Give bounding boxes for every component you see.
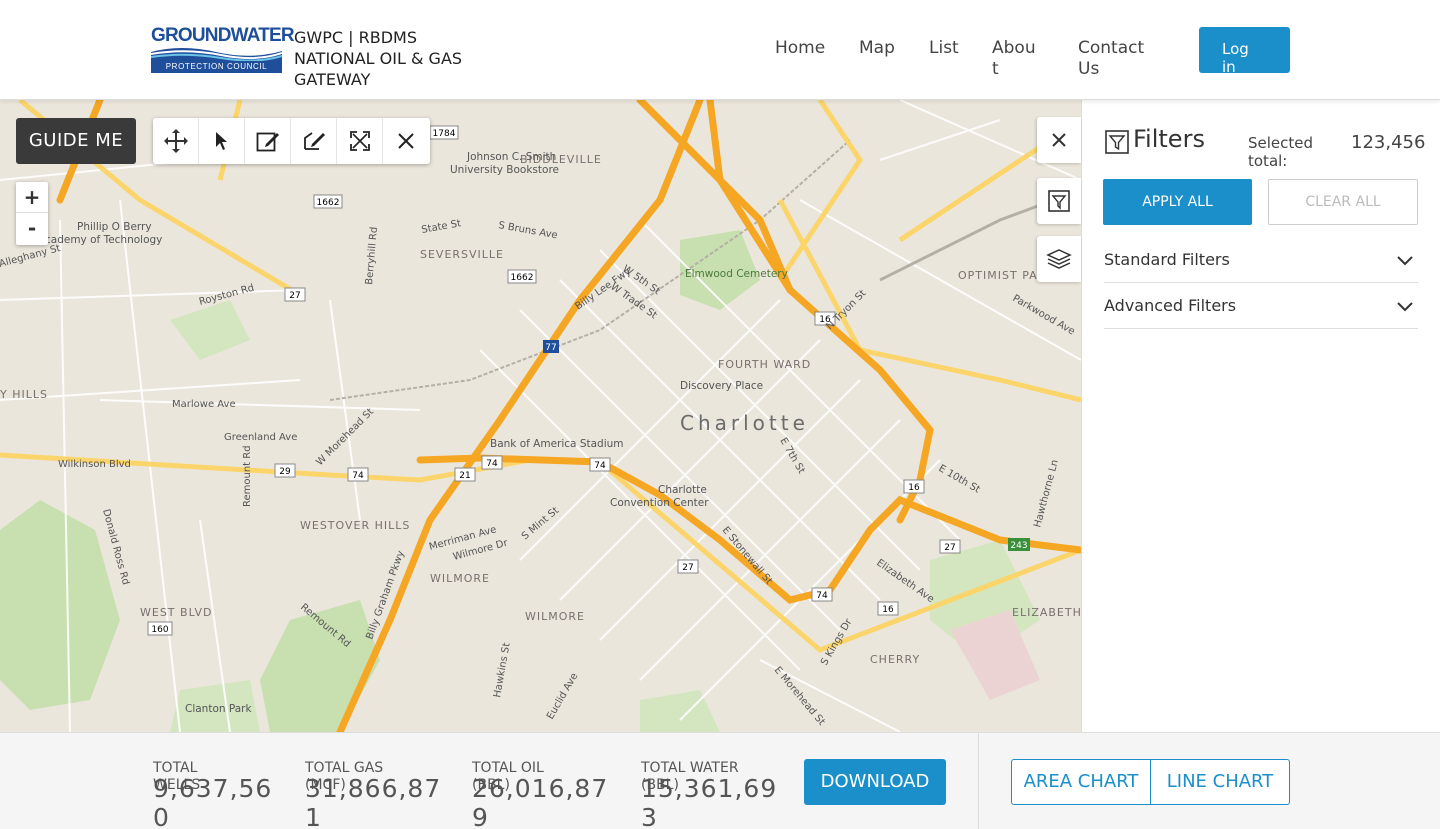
svg-text:27: 27 xyxy=(289,291,300,301)
nav-contact[interactable]: Contact Us xyxy=(1078,38,1148,80)
footer-divider xyxy=(978,732,979,829)
svg-text:29: 29 xyxy=(279,467,291,477)
svg-text:FOURTH WARD: FOURTH WARD xyxy=(718,358,811,371)
zoom-in-button[interactable]: + xyxy=(16,182,48,213)
svg-text:ELIZABETH: ELIZABETH xyxy=(1012,606,1081,619)
svg-text:27: 27 xyxy=(682,563,693,573)
svg-text:Johnson C. Smith: Johnson C. Smith xyxy=(466,151,556,163)
svg-text:74: 74 xyxy=(594,461,606,471)
area-chart-button[interactable]: AREA CHART xyxy=(1011,759,1151,805)
map-city-label: Charlotte xyxy=(680,411,809,435)
gwpc-logo[interactable]: GROUNDWATER PROTECTION COUNCIL xyxy=(151,25,295,73)
login-button[interactable]: Log in xyxy=(1199,27,1290,76)
standard-filters-accordion[interactable]: Standard Filters xyxy=(1104,237,1418,283)
panel-close-icon[interactable] xyxy=(1037,117,1081,163)
layers-icon[interactable] xyxy=(1037,236,1081,282)
chevron-down-icon xyxy=(1397,256,1413,266)
map-toolbar xyxy=(153,118,430,164)
apply-all-button[interactable]: APPLY ALL xyxy=(1103,179,1252,225)
svg-text:WILMORE: WILMORE xyxy=(430,572,490,585)
svg-text:16: 16 xyxy=(882,605,894,615)
guide-me-button[interactable]: GUIDE ME xyxy=(16,118,136,164)
filters-title: Filters xyxy=(1133,125,1205,153)
svg-text:Clanton Park: Clanton Park xyxy=(185,703,252,715)
svg-text:SEVERSVILLE: SEVERSVILLE xyxy=(420,248,504,261)
svg-text:27: 27 xyxy=(944,543,955,553)
svg-text:160: 160 xyxy=(151,625,168,635)
svg-text:Convention Center: Convention Center xyxy=(610,497,709,509)
svg-text:74: 74 xyxy=(486,459,498,469)
svg-text:Discovery Place: Discovery Place xyxy=(680,380,763,392)
svg-text:21: 21 xyxy=(459,471,470,481)
svg-text:WEST BLVD: WEST BLVD xyxy=(140,606,213,619)
selected-total-value: 123,456 xyxy=(1351,132,1426,153)
total-gas-value: 31,866,871 xyxy=(305,774,442,829)
svg-text:77: 77 xyxy=(545,343,556,353)
svg-text:1662: 1662 xyxy=(511,273,534,283)
svg-text:CHERRY: CHERRY xyxy=(870,653,920,666)
zoom-extent-icon[interactable] xyxy=(337,118,383,164)
site-title[interactable]: GWPC | RBDMS NATIONAL OIL & GAS GATEWAY xyxy=(294,27,494,90)
pan-icon[interactable] xyxy=(153,118,199,164)
svg-text:1662: 1662 xyxy=(317,198,340,208)
draw-icon[interactable] xyxy=(245,118,291,164)
svg-text:Bank of America Stadium: Bank of America Stadium xyxy=(490,438,624,450)
total-water-value: 15,361,693 xyxy=(641,774,778,829)
svg-text:WILMORE: WILMORE xyxy=(525,610,585,623)
erase-draw-icon[interactable] xyxy=(291,118,337,164)
svg-text:WESTOVER HILLS: WESTOVER HILLS xyxy=(300,519,410,532)
logo-text-top: GROUNDWATER xyxy=(151,25,295,46)
nav-home[interactable]: Home xyxy=(775,38,825,59)
selected-total-label: Selected total: xyxy=(1248,134,1314,170)
svg-text:Charlotte: Charlotte xyxy=(658,484,707,496)
zoom-out-button[interactable]: - xyxy=(16,213,48,244)
svg-text:Remount Rd: Remount Rd xyxy=(242,445,253,507)
chevron-down-icon xyxy=(1397,302,1413,312)
filter-tab-icon[interactable] xyxy=(1037,178,1081,224)
line-chart-button[interactable]: LINE CHART xyxy=(1150,759,1290,805)
standard-filters-label: Standard Filters xyxy=(1104,250,1230,269)
svg-text:Marlowe Ave: Marlowe Ave xyxy=(172,399,236,410)
svg-text:Elmwood Cemetery: Elmwood Cemetery xyxy=(685,268,788,280)
total-wells-value: 9,637,560 xyxy=(153,774,273,829)
svg-text:74: 74 xyxy=(352,471,364,481)
svg-text:Y HILLS: Y HILLS xyxy=(0,388,48,401)
nav-list[interactable]: List xyxy=(929,38,959,59)
svg-text:16: 16 xyxy=(908,483,920,493)
login-label: Log in xyxy=(1222,40,1249,76)
svg-text:University Bookstore: University Bookstore xyxy=(450,164,559,176)
svg-text:Wilkinson Blvd: Wilkinson Blvd xyxy=(58,459,131,470)
clear-all-button[interactable]: CLEAR ALL xyxy=(1268,179,1418,225)
logo-text-bottom: PROTECTION COUNCIL xyxy=(151,61,282,73)
pointer-icon[interactable] xyxy=(199,118,245,164)
svg-text:Phillip O Berry: Phillip O Berry xyxy=(77,221,152,233)
download-button[interactable]: DOWNLOAD xyxy=(804,759,946,805)
zoom-control: + - xyxy=(16,182,48,245)
logo-wave-icon xyxy=(151,48,282,61)
map-tiles: 27 29 74 74 74 21 74 77 16 16 16 27 27 2… xyxy=(0,100,1081,732)
advanced-filters-label: Advanced Filters xyxy=(1104,296,1237,315)
map-canvas[interactable]: 27 29 74 74 74 21 74 77 16 16 16 27 27 2… xyxy=(0,100,1081,732)
nav-map[interactable]: Map xyxy=(859,38,895,59)
nav-about[interactable]: About xyxy=(992,38,1036,80)
toolbar-close-icon[interactable] xyxy=(383,118,429,164)
site-header: GROUNDWATER PROTECTION COUNCIL GWPC | RB… xyxy=(0,0,1440,100)
advanced-filters-accordion[interactable]: Advanced Filters xyxy=(1104,283,1418,329)
svg-text:243: 243 xyxy=(1010,541,1027,551)
svg-text:Greenland Ave: Greenland Ave xyxy=(224,432,297,443)
total-oil-value: 26,016,879 xyxy=(472,774,609,829)
filter-icon xyxy=(1105,130,1129,154)
svg-text:74: 74 xyxy=(816,591,828,601)
svg-text:1784: 1784 xyxy=(433,129,456,139)
